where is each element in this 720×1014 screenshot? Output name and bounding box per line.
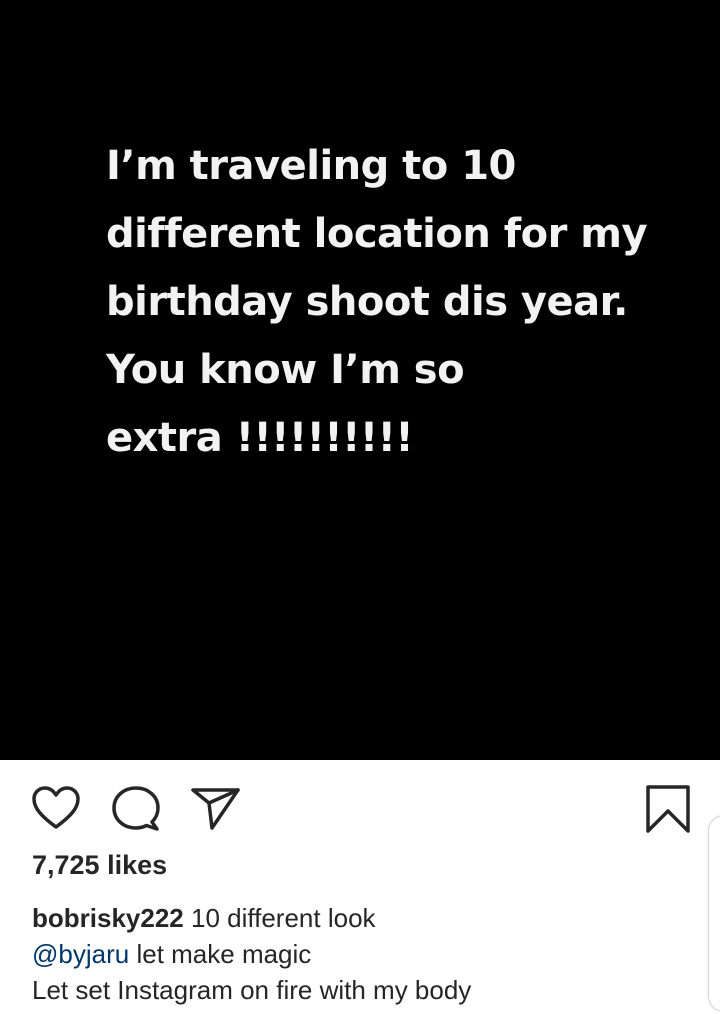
comment-button[interactable]	[111, 785, 161, 833]
bookmark-outline-icon	[646, 785, 690, 833]
post-text-line: birthday shoot dis year.	[106, 279, 628, 325]
post-image-text: I’m traveling to 10 different location f…	[106, 132, 706, 472]
post-action-bar	[0, 760, 720, 850]
post-text-line: extra !!!!!!!!!!	[106, 415, 414, 461]
post-text-line: I’m traveling to 10	[106, 143, 516, 189]
share-button[interactable]	[190, 786, 242, 832]
paper-plane-icon	[191, 788, 240, 830]
caption-line: bobrisky222 10 different look	[32, 900, 692, 936]
caption-line: @byjaru let make magic	[32, 936, 692, 972]
caption-username[interactable]: bobrisky222	[32, 903, 184, 933]
post-text-line: different location for my	[106, 211, 648, 257]
likes-count[interactable]: 7,725 likes	[32, 850, 167, 881]
like-button[interactable]	[31, 785, 81, 831]
speech-bubble-icon	[112, 786, 160, 831]
heart-outline-icon	[32, 786, 80, 829]
side-panel-edge[interactable]	[708, 815, 720, 1012]
post-text-line: You know I’m so	[106, 347, 465, 393]
post-image[interactable]: I’m traveling to 10 different location f…	[0, 0, 720, 760]
save-button[interactable]	[645, 784, 691, 834]
caption-mention-text: let make magic	[136, 939, 312, 969]
caption-line: Let set Instagram on fire with my body	[32, 975, 472, 1005]
post-caption: bobrisky222 10 different look @byjaru le…	[32, 900, 692, 1008]
caption-text: 10 different look	[190, 903, 376, 933]
caption-mention-link[interactable]: @byjaru	[32, 939, 129, 969]
